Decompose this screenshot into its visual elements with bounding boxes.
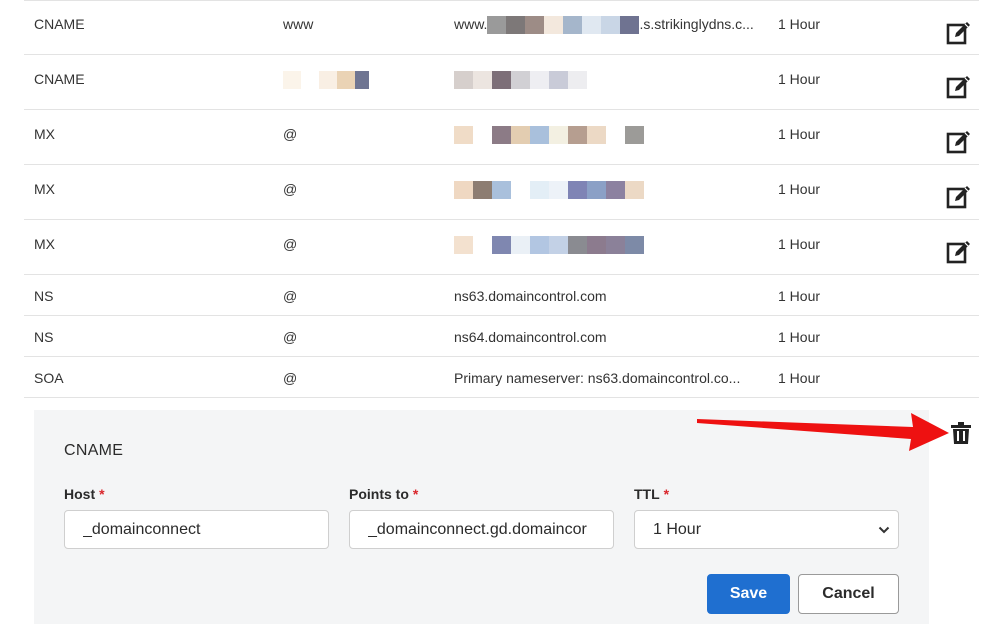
record-ttl: 1 Hour <box>778 126 821 142</box>
table-row: MX @ 1 Hour <box>24 165 979 220</box>
record-name: @ <box>283 181 298 197</box>
ttl-selected-value: 1 Hour <box>653 521 702 538</box>
cancel-button[interactable]: Cancel <box>798 574 899 614</box>
required-mark: * <box>412 486 419 502</box>
record-type: NS <box>34 329 54 345</box>
record-value: Primary nameserver: ns63.domaincontrol.c… <box>454 370 741 386</box>
table-row: SOA @ Primary nameserver: ns63.domaincon… <box>24 357 979 398</box>
record-value-suffix: .s.strikinglydns.c... <box>639 16 754 32</box>
redacted-block <box>454 236 644 255</box>
record-ttl: 1 Hour <box>778 329 821 345</box>
record-name: @ <box>283 288 298 304</box>
edit-icon <box>946 22 970 45</box>
redacted-block <box>283 71 369 90</box>
dns-records-table: CNAME www www. .s.strikinglydns.c... 1 Ho… <box>24 0 979 398</box>
table-row: MX @ 1 Hour <box>24 110 979 165</box>
record-name: @ <box>283 236 298 252</box>
edit-icon <box>946 131 970 154</box>
edit-icon <box>946 186 970 209</box>
record-type: MX <box>34 126 55 142</box>
record-name <box>283 71 369 90</box>
record-value <box>454 236 644 255</box>
points-to-label: Points to * <box>349 486 418 502</box>
save-button[interactable]: Save <box>707 574 790 614</box>
record-type: MX <box>34 236 55 252</box>
trash-icon <box>951 422 971 444</box>
record-value <box>454 181 644 200</box>
ttl-select[interactable]: 1 Hour <box>634 510 899 549</box>
record-type: SOA <box>34 370 64 386</box>
redacted-block <box>487 16 640 35</box>
redacted-block <box>454 181 644 200</box>
record-value: ns64.domaincontrol.com <box>454 329 607 345</box>
record-name: @ <box>283 126 298 142</box>
edit-record-button[interactable] <box>946 20 972 46</box>
ttl-label: TTL * <box>634 486 669 502</box>
record-ttl: 1 Hour <box>778 16 821 32</box>
edit-record-button[interactable] <box>946 129 972 155</box>
table-row: CNAME 1 Hour <box>24 55 979 110</box>
points-to-input[interactable] <box>349 510 614 549</box>
record-value: www. .s.strikinglydns.c... <box>454 16 754 35</box>
table-row: MX @ 1 Hour <box>24 220 979 275</box>
host-label-text: Host <box>64 486 96 502</box>
required-mark: * <box>99 486 105 502</box>
required-mark: * <box>663 486 670 502</box>
record-value <box>454 71 587 90</box>
redacted-block <box>454 126 644 145</box>
edit-record-button[interactable] <box>946 74 972 100</box>
record-type: CNAME <box>34 16 85 32</box>
record-type: MX <box>34 181 55 197</box>
points-to-label-text: Points to <box>349 486 409 502</box>
record-value-prefix: www. <box>454 16 488 32</box>
host-label: Host * <box>64 486 105 502</box>
table-row: CNAME www www. .s.strikinglydns.c... 1 Ho… <box>24 0 979 55</box>
record-name: @ <box>283 329 298 345</box>
record-type: CNAME <box>34 71 85 87</box>
record-value <box>454 126 644 145</box>
edit-record-button[interactable] <box>946 239 972 265</box>
table-row: NS @ ns63.domaincontrol.com 1 Hour <box>24 275 979 316</box>
ttl-label-text: TTL <box>634 486 660 502</box>
host-input[interactable] <box>64 510 329 549</box>
record-type: NS <box>34 288 54 304</box>
record-name: www <box>283 16 314 32</box>
chevron-down-icon <box>878 526 890 534</box>
redacted-block <box>454 71 587 90</box>
record-ttl: 1 Hour <box>778 370 821 386</box>
table-row: NS @ ns64.domaincontrol.com 1 Hour <box>24 316 979 357</box>
annotation-arrow <box>697 413 949 451</box>
record-ttl: 1 Hour <box>778 236 821 252</box>
record-ttl: 1 Hour <box>778 71 821 87</box>
edit-icon <box>946 76 970 99</box>
edit-record-button[interactable] <box>946 184 972 210</box>
record-value: ns63.domaincontrol.com <box>454 288 607 304</box>
panel-title: CNAME <box>64 442 124 459</box>
record-ttl: 1 Hour <box>778 181 821 197</box>
edit-icon <box>946 241 970 264</box>
delete-record-button[interactable] <box>950 421 972 445</box>
record-ttl: 1 Hour <box>778 288 821 304</box>
record-name: @ <box>283 370 298 386</box>
